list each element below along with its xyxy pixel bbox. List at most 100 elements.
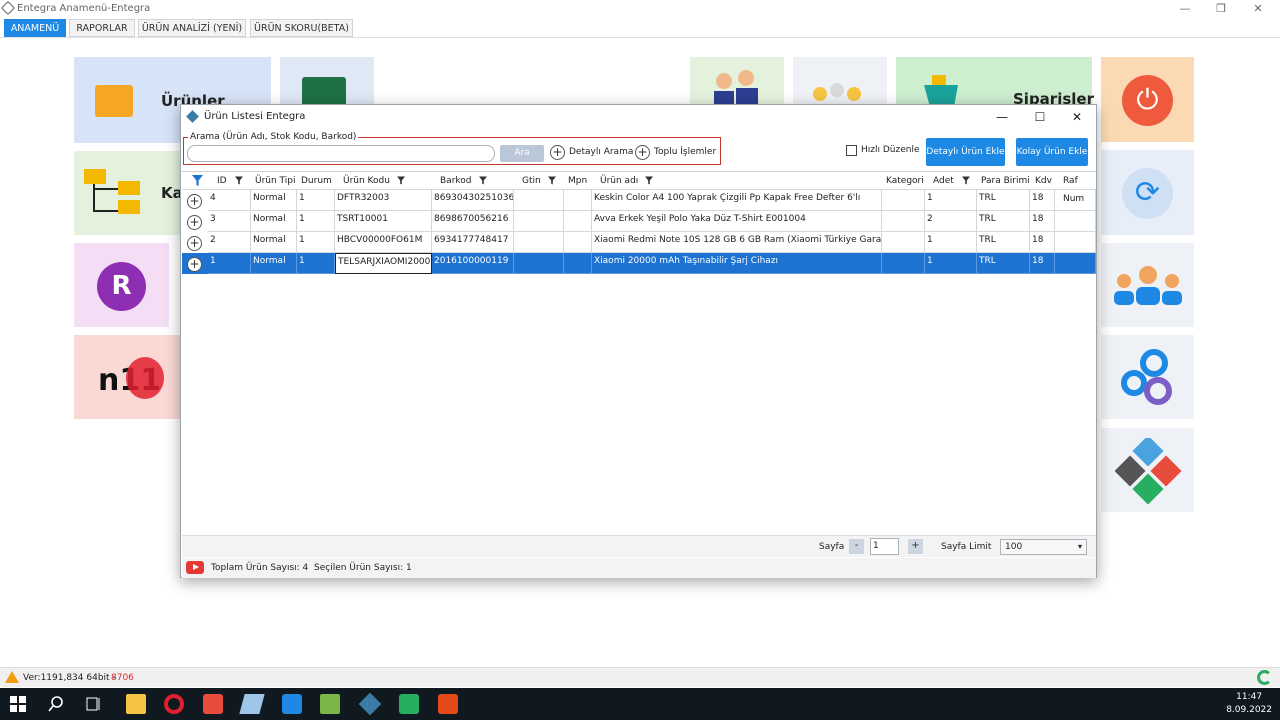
page-limit-select[interactable]: 100 ▾ — [1000, 539, 1087, 555]
col-header-vat[interactable]: Kdv — [1035, 172, 1052, 190]
cell-name: Avva Erkek Yeşil Polo Yaka Düz T-Shirt E… — [592, 211, 882, 232]
detailed-search-link[interactable]: Detaylı Arama — [569, 147, 633, 157]
task-view-icon[interactable] — [84, 694, 104, 714]
folder-tree-icon — [84, 169, 140, 214]
entegra-taskbar-icon[interactable] — [358, 692, 382, 716]
categories-tile[interactable]: Ka — [74, 151, 183, 235]
search-button[interactable]: Ara — [500, 145, 544, 162]
row-expand-plus-icon[interactable]: + — [187, 257, 202, 272]
search-input[interactable] — [187, 145, 495, 162]
dialog-maximize-button[interactable]: ☐ — [1022, 108, 1058, 126]
add-detailed-product-button[interactable]: Detaylı Ürün Ekle — [926, 138, 1005, 166]
search-group: Arama (Ürün Adı, Stok Kodu, Barkod) Ara … — [183, 132, 721, 165]
notepad-icon[interactable] — [320, 694, 340, 714]
sync-tile[interactable]: ⟳ — [1101, 150, 1194, 235]
cell-code: DFTR32003 — [335, 190, 432, 211]
col-header-type[interactable]: Ürün Tipi — [255, 172, 296, 190]
table-row[interactable]: + 2 Normal 1 HBCV00000FO61M 693417774841… — [182, 232, 1096, 253]
taskbar-clock[interactable]: 11:47 8.09.2022 — [1226, 691, 1272, 717]
filter-icon[interactable] — [962, 176, 970, 185]
cell-id: 4 — [208, 190, 251, 211]
col-header-quantity[interactable]: Adet — [933, 172, 954, 190]
total-products-text: Toplam Ürün Sayısı: 4 — [211, 563, 309, 573]
app-s-icon[interactable] — [282, 694, 302, 714]
integrations-tile[interactable] — [1101, 428, 1194, 512]
row-expand-plus-icon[interactable]: + — [187, 194, 202, 209]
dialog-close-button[interactable]: ✕ — [1059, 108, 1095, 126]
add-easy-product-button[interactable]: Kolay Ürün Ekle — [1016, 138, 1088, 166]
cell-status: 1 — [297, 190, 335, 211]
bulk-ops-plus-icon[interactable]: + — [635, 145, 650, 160]
filter-icon[interactable] — [479, 176, 487, 185]
file-explorer-icon[interactable] — [126, 694, 146, 714]
dialog-minimize-button[interactable]: — — [984, 108, 1020, 126]
app-green-icon[interactable] — [399, 694, 419, 714]
cell-gtin — [514, 190, 564, 211]
refresh-icon[interactable] — [1257, 670, 1272, 685]
app-blue-icon[interactable] — [239, 694, 265, 714]
window-close-button[interactable]: ✕ — [1240, 1, 1276, 17]
ladybug-icon — [126, 357, 164, 399]
row-expand-plus-icon[interactable]: + — [187, 236, 202, 251]
windows-taskbar: 11:47 8.09.2022 — [0, 688, 1280, 720]
bulk-ops-link[interactable]: Toplu İşlemler — [654, 147, 716, 157]
tab-urun-skoru[interactable]: ÜRÜN SKORU(BETA) — [250, 19, 353, 37]
app-red-icon[interactable] — [203, 694, 223, 714]
dialog-titlebar: Ürün Listesi Entegra — ☐ ✕ — [181, 105, 1096, 129]
cell-currency: TRL — [977, 232, 1030, 253]
row-expand-plus-icon[interactable]: + — [187, 215, 202, 230]
next-page-button[interactable]: + — [908, 539, 923, 554]
col-header-currency[interactable]: Para Birimi — [981, 172, 1030, 190]
cell-name: Keskin Color A4 100 Yaprak Çizgili Pp Ka… — [592, 190, 882, 211]
col-header-shelf[interactable]: Raf Num — [1063, 172, 1096, 204]
col-header-category[interactable]: Kategori — [886, 172, 924, 190]
table-row-selected[interactable]: + 1 Normal 1 TELSARJXIAOMI20000 20161000… — [182, 253, 1096, 274]
puzzle-icon — [1115, 438, 1182, 504]
cell-type: Normal — [251, 190, 297, 211]
col-header-mpn[interactable]: Mpn — [568, 172, 587, 190]
col-header-id[interactable]: ID — [217, 172, 227, 190]
team-tile[interactable] — [1101, 243, 1194, 327]
windows-start-icon[interactable] — [8, 694, 28, 714]
window-minimize-button[interactable]: — — [1167, 1, 1203, 17]
cell-category — [882, 253, 925, 274]
col-header-name[interactable]: Ürün adı — [600, 172, 638, 190]
cell-status: 1 — [297, 232, 335, 253]
col-header-status[interactable]: Durum — [301, 172, 332, 190]
filter-all-icon[interactable] — [192, 175, 203, 186]
power-tile[interactable]: ⏻ — [1101, 57, 1194, 142]
cell-gtin — [514, 211, 564, 232]
opera-icon[interactable] — [164, 694, 184, 714]
prev-page-button[interactable]: - — [849, 539, 864, 554]
orders-tile[interactable]: Siparisler — [896, 57, 1094, 108]
coins-tile[interactable] — [793, 57, 887, 107]
window-restore-button[interactable]: ❐ — [1203, 1, 1239, 17]
filter-icon[interactable] — [397, 176, 405, 185]
users-tile[interactable] — [690, 57, 784, 107]
filter-icon[interactable] — [235, 176, 243, 185]
search-icon[interactable] — [46, 694, 66, 714]
filter-icon[interactable] — [548, 176, 556, 185]
coin-icon — [847, 87, 861, 101]
detailed-search-plus-icon[interactable]: + — [550, 145, 565, 160]
filter-icon[interactable] — [645, 176, 653, 185]
cell-code-editing[interactable]: TELSARJXIAOMI20000 — [335, 253, 432, 274]
tab-raporlar[interactable]: RAPORLAR — [69, 19, 135, 37]
col-header-barcode[interactable]: Barkod — [440, 172, 472, 190]
app-orange-icon[interactable] — [438, 694, 458, 714]
quick-edit-checkbox[interactable] — [846, 145, 857, 156]
table-row[interactable]: + 4 Normal 1 DFTR32003 8693043025103​66 … — [182, 190, 1096, 211]
col-header-code[interactable]: Ürün Kodu — [343, 172, 390, 190]
coin-icon — [813, 87, 827, 101]
quick-edit-label: Hızlı Düzenle — [861, 145, 920, 155]
tab-urun-analizi[interactable]: ÜRÜN ANALİZİ (YENİ) — [138, 19, 246, 37]
r-tile[interactable]: R — [74, 243, 169, 327]
cell-shelf — [1055, 211, 1096, 232]
page-number-input[interactable]: 1 — [870, 538, 899, 555]
table-row[interactable]: + 3 Normal 1 TSRT10001 8698670056216 Avv… — [182, 211, 1096, 232]
n11-tile[interactable]: n11 — [74, 335, 180, 419]
settings-tile[interactable] — [1101, 335, 1194, 419]
tab-anamenu[interactable]: ANAMENÜ — [4, 19, 66, 37]
youtube-icon[interactable] — [186, 561, 204, 574]
col-header-gtin[interactable]: Gtin — [522, 172, 541, 190]
